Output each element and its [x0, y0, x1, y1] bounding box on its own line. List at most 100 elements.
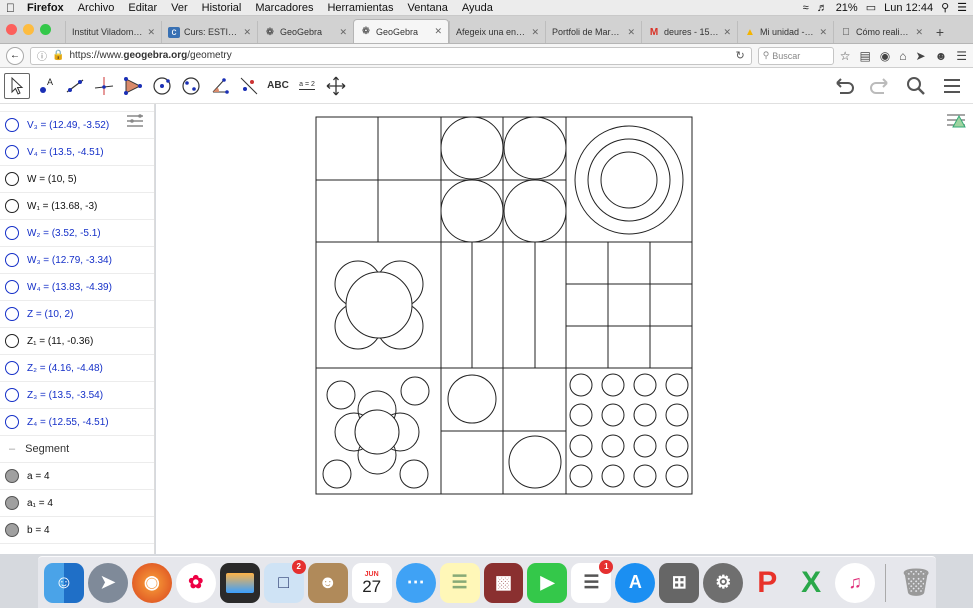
url-field[interactable]: ⓘ 🔒 https://www.geogebra.org/geometry ↻ [30, 46, 752, 65]
clock[interactable]: Lun 12:44 [884, 2, 933, 14]
powerpoint-icon[interactable]: P [747, 563, 787, 603]
algebra-row-w[interactable]: W = (10, 5) [0, 166, 154, 193]
circle[interactable] [601, 464, 625, 488]
menu-app-name[interactable]: Firefox [27, 2, 64, 14]
visibility-toggle-icon[interactable] [5, 388, 19, 402]
circle[interactable] [600, 151, 658, 209]
visibility-toggle-icon[interactable] [5, 307, 19, 321]
tab-geogebra-active[interactable]: ❁ GeoGebra ✕ [353, 19, 449, 43]
notes-icon[interactable]: ☰ [439, 562, 480, 603]
photos-icon[interactable]: ✿ [175, 562, 216, 603]
point-tool-button[interactable]: A [33, 73, 59, 99]
move-graphics-tool-button[interactable] [323, 73, 349, 99]
circle[interactable] [345, 271, 413, 339]
circle[interactable] [587, 138, 671, 222]
visibility-toggle-icon[interactable] [5, 226, 19, 240]
reading-list-icon[interactable]: ▤ [859, 49, 870, 63]
circle[interactable] [665, 373, 689, 397]
circle[interactable] [633, 403, 657, 427]
visibility-toggle-icon[interactable] [5, 280, 19, 294]
circle[interactable] [665, 464, 689, 488]
circle[interactable] [601, 373, 625, 397]
preview-icon[interactable]: □ 2 [263, 559, 306, 603]
algebra-row-z1[interactable]: Z₁ = (11, -0.36) [0, 328, 154, 355]
visibility-toggle-icon[interactable] [5, 334, 19, 348]
menu-item-archivo[interactable]: Archivo [78, 2, 115, 14]
circle[interactable] [503, 179, 567, 243]
tab-institut[interactable]: Institut Viladomat | ...✕ [65, 21, 161, 43]
photo-booth-icon[interactable] [219, 562, 260, 603]
menu-item-marcadores[interactable]: Marcadores [255, 2, 313, 14]
circle[interactable] [665, 403, 689, 427]
visibility-toggle-icon[interactable] [5, 496, 19, 510]
circle-tool-button[interactable] [149, 73, 175, 99]
tab-como-realizar[interactable]: Cómo realizar ...✕ [833, 21, 929, 43]
notification-center-icon[interactable]: ☰ [957, 1, 967, 14]
info-icon[interactable]: ⓘ [37, 48, 47, 63]
home-icon[interactable]: ⌂ [899, 49, 906, 63]
algebra-row-w3[interactable]: W₃ = (12.79, -3.34) [0, 247, 154, 274]
circle[interactable] [569, 403, 593, 427]
circle[interactable] [322, 459, 352, 489]
firefox-icon[interactable]: ◉ [131, 562, 172, 603]
close-tab-icon[interactable]: ✕ [434, 26, 442, 37]
close-tab-icon[interactable]: ✕ [147, 27, 155, 38]
close-tab-icon[interactable]: ✕ [243, 27, 251, 38]
angle-tool-button[interactable] [207, 73, 233, 99]
style-bar-toggle-icon[interactable] [945, 110, 969, 130]
tab-afegeix[interactable]: Afegeix una entrad...✕ [449, 21, 545, 43]
finder-icon[interactable]: ☺ [44, 562, 84, 603]
bookmark-star-icon[interactable]: ☆ [840, 49, 851, 63]
circle[interactable] [508, 435, 562, 489]
new-tab-button[interactable]: + [929, 21, 951, 43]
launchpad-icon[interactable]: ➤ [87, 562, 128, 603]
circle[interactable] [569, 373, 593, 397]
algebra-menu-icon[interactable] [125, 112, 145, 130]
reload-icon[interactable]: ↻ [735, 49, 744, 62]
visibility-toggle-icon[interactable] [5, 415, 19, 429]
circle[interactable] [569, 434, 593, 458]
perpendicular-tool-button[interactable] [91, 73, 117, 99]
algebra-row-z[interactable]: Z = (10, 2) [0, 301, 154, 328]
facetime-icon[interactable]: ▶ [527, 562, 568, 603]
visibility-toggle-icon[interactable] [5, 118, 19, 132]
polygon-tool-button[interactable] [120, 73, 146, 99]
ellipse-tool-button[interactable] [178, 73, 204, 99]
menu-item-historial[interactable]: Historial [202, 2, 242, 14]
main-menu-icon[interactable] [941, 75, 963, 97]
close-tab-icon[interactable]: ✕ [627, 27, 635, 38]
graphics-view[interactable] [156, 104, 973, 554]
circle[interactable] [569, 464, 593, 488]
circle[interactable] [633, 464, 657, 488]
algebra-row-w1[interactable]: W₁ = (13.68, -3) [0, 193, 154, 220]
undo-icon[interactable] [833, 75, 855, 97]
close-window-button[interactable] [6, 23, 17, 35]
algebra-row-z2[interactable]: Z₂ = (4.16, -4.48) [0, 355, 154, 382]
visibility-toggle-icon[interactable] [5, 523, 19, 537]
search-input[interactable]: ⚲ Buscar [757, 46, 834, 65]
menu-item-ventana[interactable]: Ventana [407, 2, 447, 14]
visibility-toggle-icon[interactable] [5, 199, 19, 213]
geometry-drawing[interactable] [156, 104, 973, 554]
send-icon[interactable]: ➤ [916, 49, 926, 63]
circle[interactable] [633, 373, 657, 397]
apple-menu-icon[interactable]:  [6, 1, 15, 15]
menu-item-ayuda[interactable]: Ayuda [462, 2, 493, 14]
circle[interactable] [601, 434, 625, 458]
tab-gmail[interactable]: Mdeures - 15ma...✕ [641, 21, 737, 43]
calculator-icon[interactable]: ⊞ [659, 562, 700, 603]
search-icon[interactable] [905, 75, 927, 97]
close-tab-icon[interactable]: ✕ [339, 27, 347, 38]
contacts-icon[interactable]: ☻ [307, 562, 348, 603]
algebra-row-segment-a1[interactable]: a₁ = 4 [0, 490, 154, 517]
menu-item-herramientas[interactable]: Herramientas [327, 2, 393, 14]
circle[interactable] [503, 116, 567, 180]
zoom-window-button[interactable] [40, 23, 51, 35]
algebra-row-segment-a[interactable]: a = 4 [0, 463, 154, 490]
close-tab-icon[interactable]: ✕ [531, 27, 539, 38]
slider-tool-button[interactable]: a = 2 [294, 73, 320, 99]
hamburger-menu-icon[interactable]: ☰ [956, 49, 967, 63]
itunes-icon[interactable]: ♫ [835, 562, 876, 603]
visibility-toggle-icon[interactable] [5, 361, 19, 375]
circle[interactable] [440, 116, 504, 180]
